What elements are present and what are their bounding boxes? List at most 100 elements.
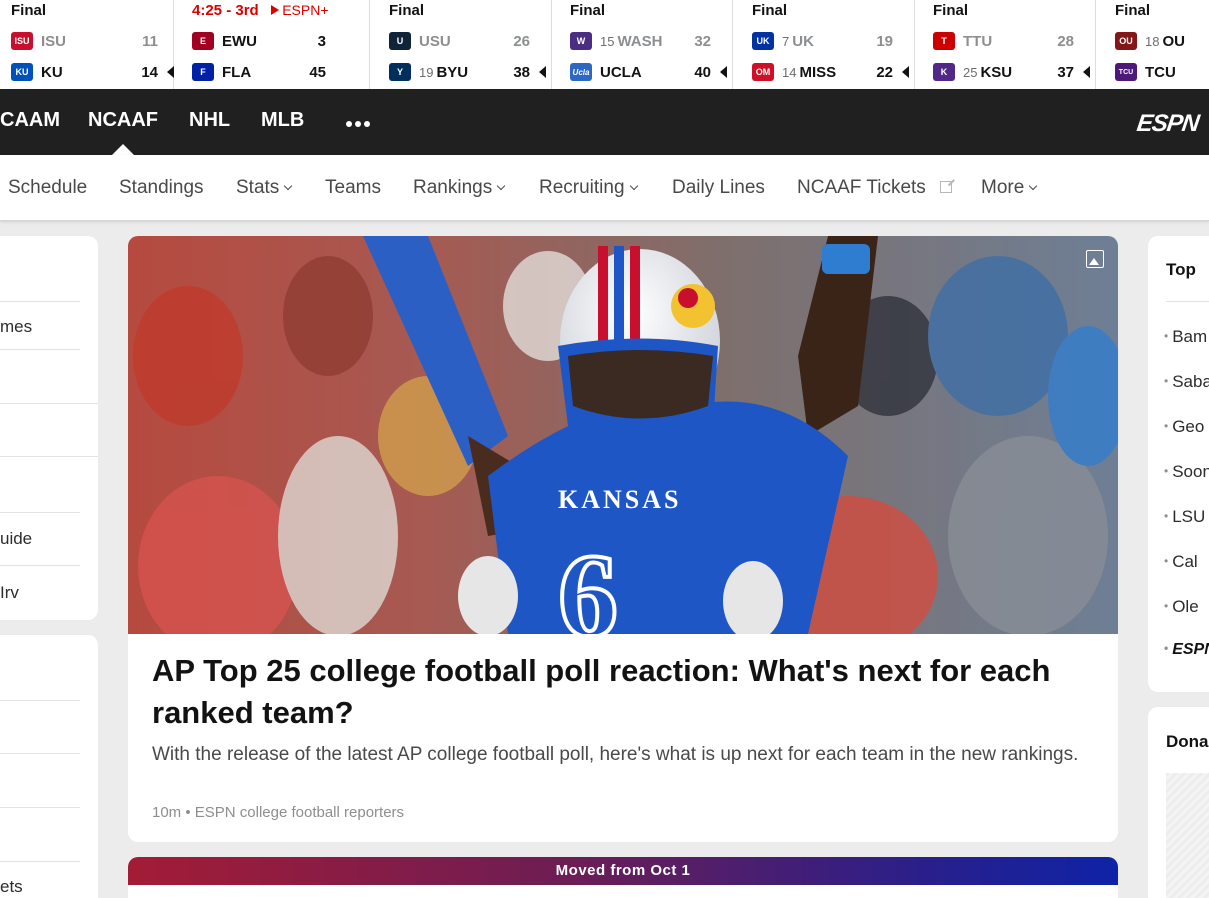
network-badge[interactable]: ESPN+ xyxy=(271,2,329,18)
subnav-recruiting-label: Recruiting xyxy=(539,177,625,198)
moved-game-card[interactable]: Moved from Oct 1 xyxy=(128,857,1118,898)
game-status: Final xyxy=(1115,2,1151,19)
subnav-tickets[interactable]: NCAAF Tickets xyxy=(797,177,952,199)
scoreboard-game[interactable]: Final T TTU 28 K 25 KSU 37 xyxy=(915,0,1096,89)
headline-link[interactable]: Cal xyxy=(1164,552,1198,572)
team-score: 19 xyxy=(876,32,893,50)
team-row: KU KU 14 xyxy=(11,62,174,82)
team-row: U USU 26 xyxy=(389,31,534,51)
left-link[interactable]: Irv xyxy=(0,583,19,603)
subnav-daily-lines[interactable]: Daily Lines xyxy=(672,177,765,199)
live-clock: 4:25 - 3rd xyxy=(192,2,259,19)
hero-byline: 10m • ESPN college football reporters xyxy=(152,804,405,821)
more-dots-icon[interactable] xyxy=(346,121,370,127)
chevron-down-icon xyxy=(629,181,638,191)
headline-link[interactable]: Bam xyxy=(1164,327,1207,347)
left-link[interactable]: mes xyxy=(0,317,32,337)
team-abbr: MISS xyxy=(799,63,837,81)
subnav-stats[interactable]: Stats xyxy=(236,177,293,199)
nav-item-caam[interactable]: CAAM xyxy=(0,109,60,132)
scoreboard-game[interactable]: 4:25 - 3rd ESPN+ E EWU 3 F FLA 45 xyxy=(174,0,370,89)
team-logo-icon: KU xyxy=(11,63,33,81)
nav-item-nhl[interactable]: NHL xyxy=(189,109,230,132)
scoreboard-game[interactable]: Final OU 18 OU TCU TCU xyxy=(1096,0,1209,89)
donate-title: Dona xyxy=(1166,732,1209,751)
divider xyxy=(0,753,80,754)
chevron-down-icon xyxy=(284,181,293,191)
game-status: Final xyxy=(933,2,969,19)
team-logo-icon: TCU xyxy=(1115,63,1137,81)
team-score: 45 xyxy=(309,63,326,81)
team-rank: 15 xyxy=(600,33,615,49)
team-score: 3 xyxy=(317,32,326,50)
team-logo-icon: ISU xyxy=(11,32,33,50)
left-links-card-2: ets xyxy=(0,635,98,898)
left-link[interactable]: ets xyxy=(0,877,23,897)
team-abbr: UK xyxy=(792,32,814,50)
nav-item-mlb[interactable]: MLB xyxy=(261,109,304,132)
team-abbr: UCLA xyxy=(600,63,642,81)
team-logo-icon: OM xyxy=(752,63,774,81)
game-status: 4:25 - 3rd ESPN+ xyxy=(192,2,329,19)
team-abbr: KU xyxy=(41,63,63,81)
team-row: OU 18 OU xyxy=(1115,31,1209,51)
team-rank: 19 xyxy=(419,64,434,80)
team-rank: 7 xyxy=(782,33,790,49)
left-link[interactable]: uide xyxy=(0,529,32,549)
divider xyxy=(0,861,80,862)
team-logo-icon: K xyxy=(933,63,955,81)
chevron-down-icon xyxy=(496,181,506,191)
hero-summary: With the release of the latest AP colleg… xyxy=(152,744,1079,765)
team-score: 37 xyxy=(1057,63,1074,81)
subnav-more-label: More xyxy=(981,177,1025,198)
team-row: F FLA 45 xyxy=(192,62,352,82)
scoreboard-strip: Final ISU ISU 11 KU KU 14 4:25 - 3rd ESP… xyxy=(0,0,1209,89)
subnav-teams[interactable]: Teams xyxy=(325,177,381,199)
team-abbr: OU xyxy=(1162,32,1185,50)
game-status: Final xyxy=(570,2,606,19)
team-rank: 25 xyxy=(963,64,978,80)
team-row: ISU ISU 11 xyxy=(11,31,162,51)
subnav-standings[interactable]: Standings xyxy=(119,177,204,199)
team-abbr: TCU xyxy=(1145,63,1176,81)
team-row: Ucla UCLA 40 xyxy=(570,62,727,82)
team-logo-icon: Ucla xyxy=(570,63,592,81)
football-player-photo: KANSAS 6 xyxy=(128,236,1118,634)
team-row: K 25 KSU 37 xyxy=(933,62,1090,82)
team-row: E EWU 3 xyxy=(192,31,352,51)
scoreboard-game[interactable]: Final W 15 WASH 32 Ucla UCLA 40 xyxy=(552,0,733,89)
nav-item-ncaaf[interactable]: NCAAF xyxy=(88,109,158,132)
donate-image[interactable] xyxy=(1166,773,1209,898)
team-logo-icon: E xyxy=(192,32,214,50)
headline-link[interactable]: Geo xyxy=(1164,417,1204,437)
scoreboard-game[interactable]: Final UK 7 UK 19 OM 14 MISS 22 xyxy=(733,0,915,89)
team-abbr: USU xyxy=(419,32,451,50)
team-logo-icon: UK xyxy=(752,32,774,50)
subnav-recruiting[interactable]: Recruiting xyxy=(539,177,638,199)
headline-link[interactable]: Saba xyxy=(1164,372,1209,392)
team-row: W 15 WASH 32 xyxy=(570,31,715,51)
headline-link[interactable]: Soon xyxy=(1164,462,1209,482)
headline-link[interactable]: LSU xyxy=(1164,507,1205,527)
espn-plus-logo[interactable]: ESPN xyxy=(1164,641,1209,659)
team-rank: 14 xyxy=(782,64,797,80)
team-score: 40 xyxy=(694,63,711,81)
subnav-more[interactable]: More xyxy=(981,177,1038,199)
subnav-schedule[interactable]: Schedule xyxy=(8,177,87,199)
hero-photo[interactable]: KANSAS 6 xyxy=(128,236,1118,634)
team-row: T TTU 28 xyxy=(933,31,1078,51)
scoreboard-game[interactable]: Final ISU ISU 11 KU KU 14 xyxy=(0,0,174,89)
hero-headline[interactable]: AP Top 25 college football poll reaction… xyxy=(152,650,1082,734)
subnav-rankings[interactable]: Rankings xyxy=(413,177,506,199)
left-link-highlight[interactable] xyxy=(0,403,98,457)
team-abbr: TTU xyxy=(963,32,993,50)
image-icon[interactable] xyxy=(1086,250,1104,268)
team-score: 22 xyxy=(876,63,893,81)
team-score: 28 xyxy=(1057,32,1074,50)
hero-story-card[interactable]: KANSAS 6 AP Top 25 college football poll… xyxy=(128,236,1118,842)
headline-link[interactable]: Ole xyxy=(1164,597,1198,617)
external-link-icon xyxy=(939,181,952,193)
scoreboard-game[interactable]: Final U USU 26 Y 19 BYU 38 xyxy=(370,0,552,89)
team-rank: 18 xyxy=(1145,33,1160,49)
espn-logo[interactable]: ESPN xyxy=(1135,110,1200,138)
